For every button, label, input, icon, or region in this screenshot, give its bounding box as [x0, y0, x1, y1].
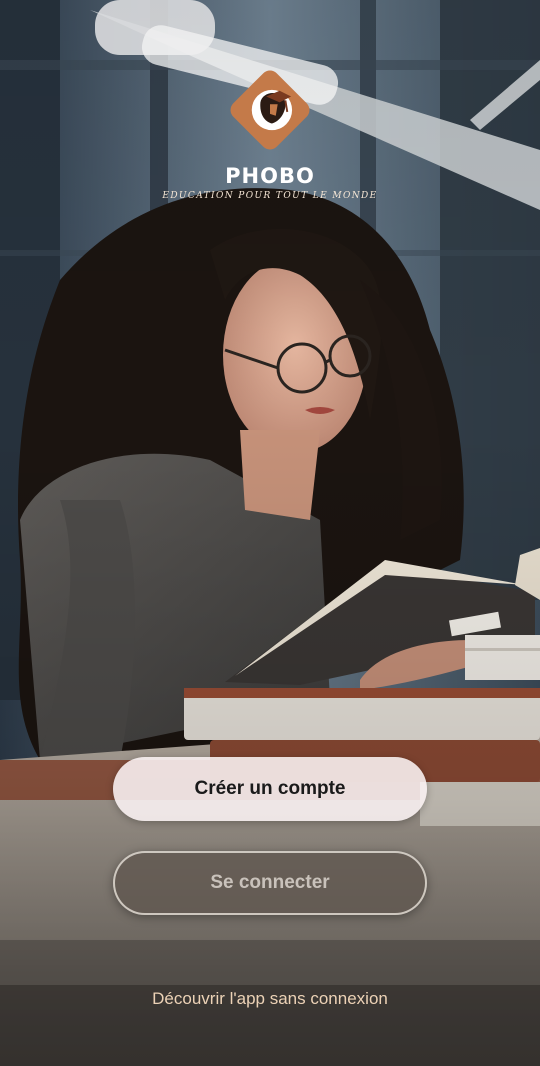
create-account-button[interactable]: Créer un compte	[113, 757, 427, 821]
welcome-screen: PHOBO EDUCATION POUR TOUT LE MONDE Créer…	[0, 0, 540, 1066]
brand-header: PHOBO EDUCATION POUR TOUT LE MONDE	[0, 62, 540, 201]
login-button[interactable]: Se connecter	[113, 851, 427, 915]
brand-tagline: EDUCATION POUR TOUT LE MONDE	[162, 191, 378, 201]
brand-name: PHOBO	[225, 164, 315, 188]
graduate-cap-logo-icon	[230, 70, 310, 150]
guest-access-link[interactable]: Découvrir l'app sans connexion	[0, 989, 540, 1009]
